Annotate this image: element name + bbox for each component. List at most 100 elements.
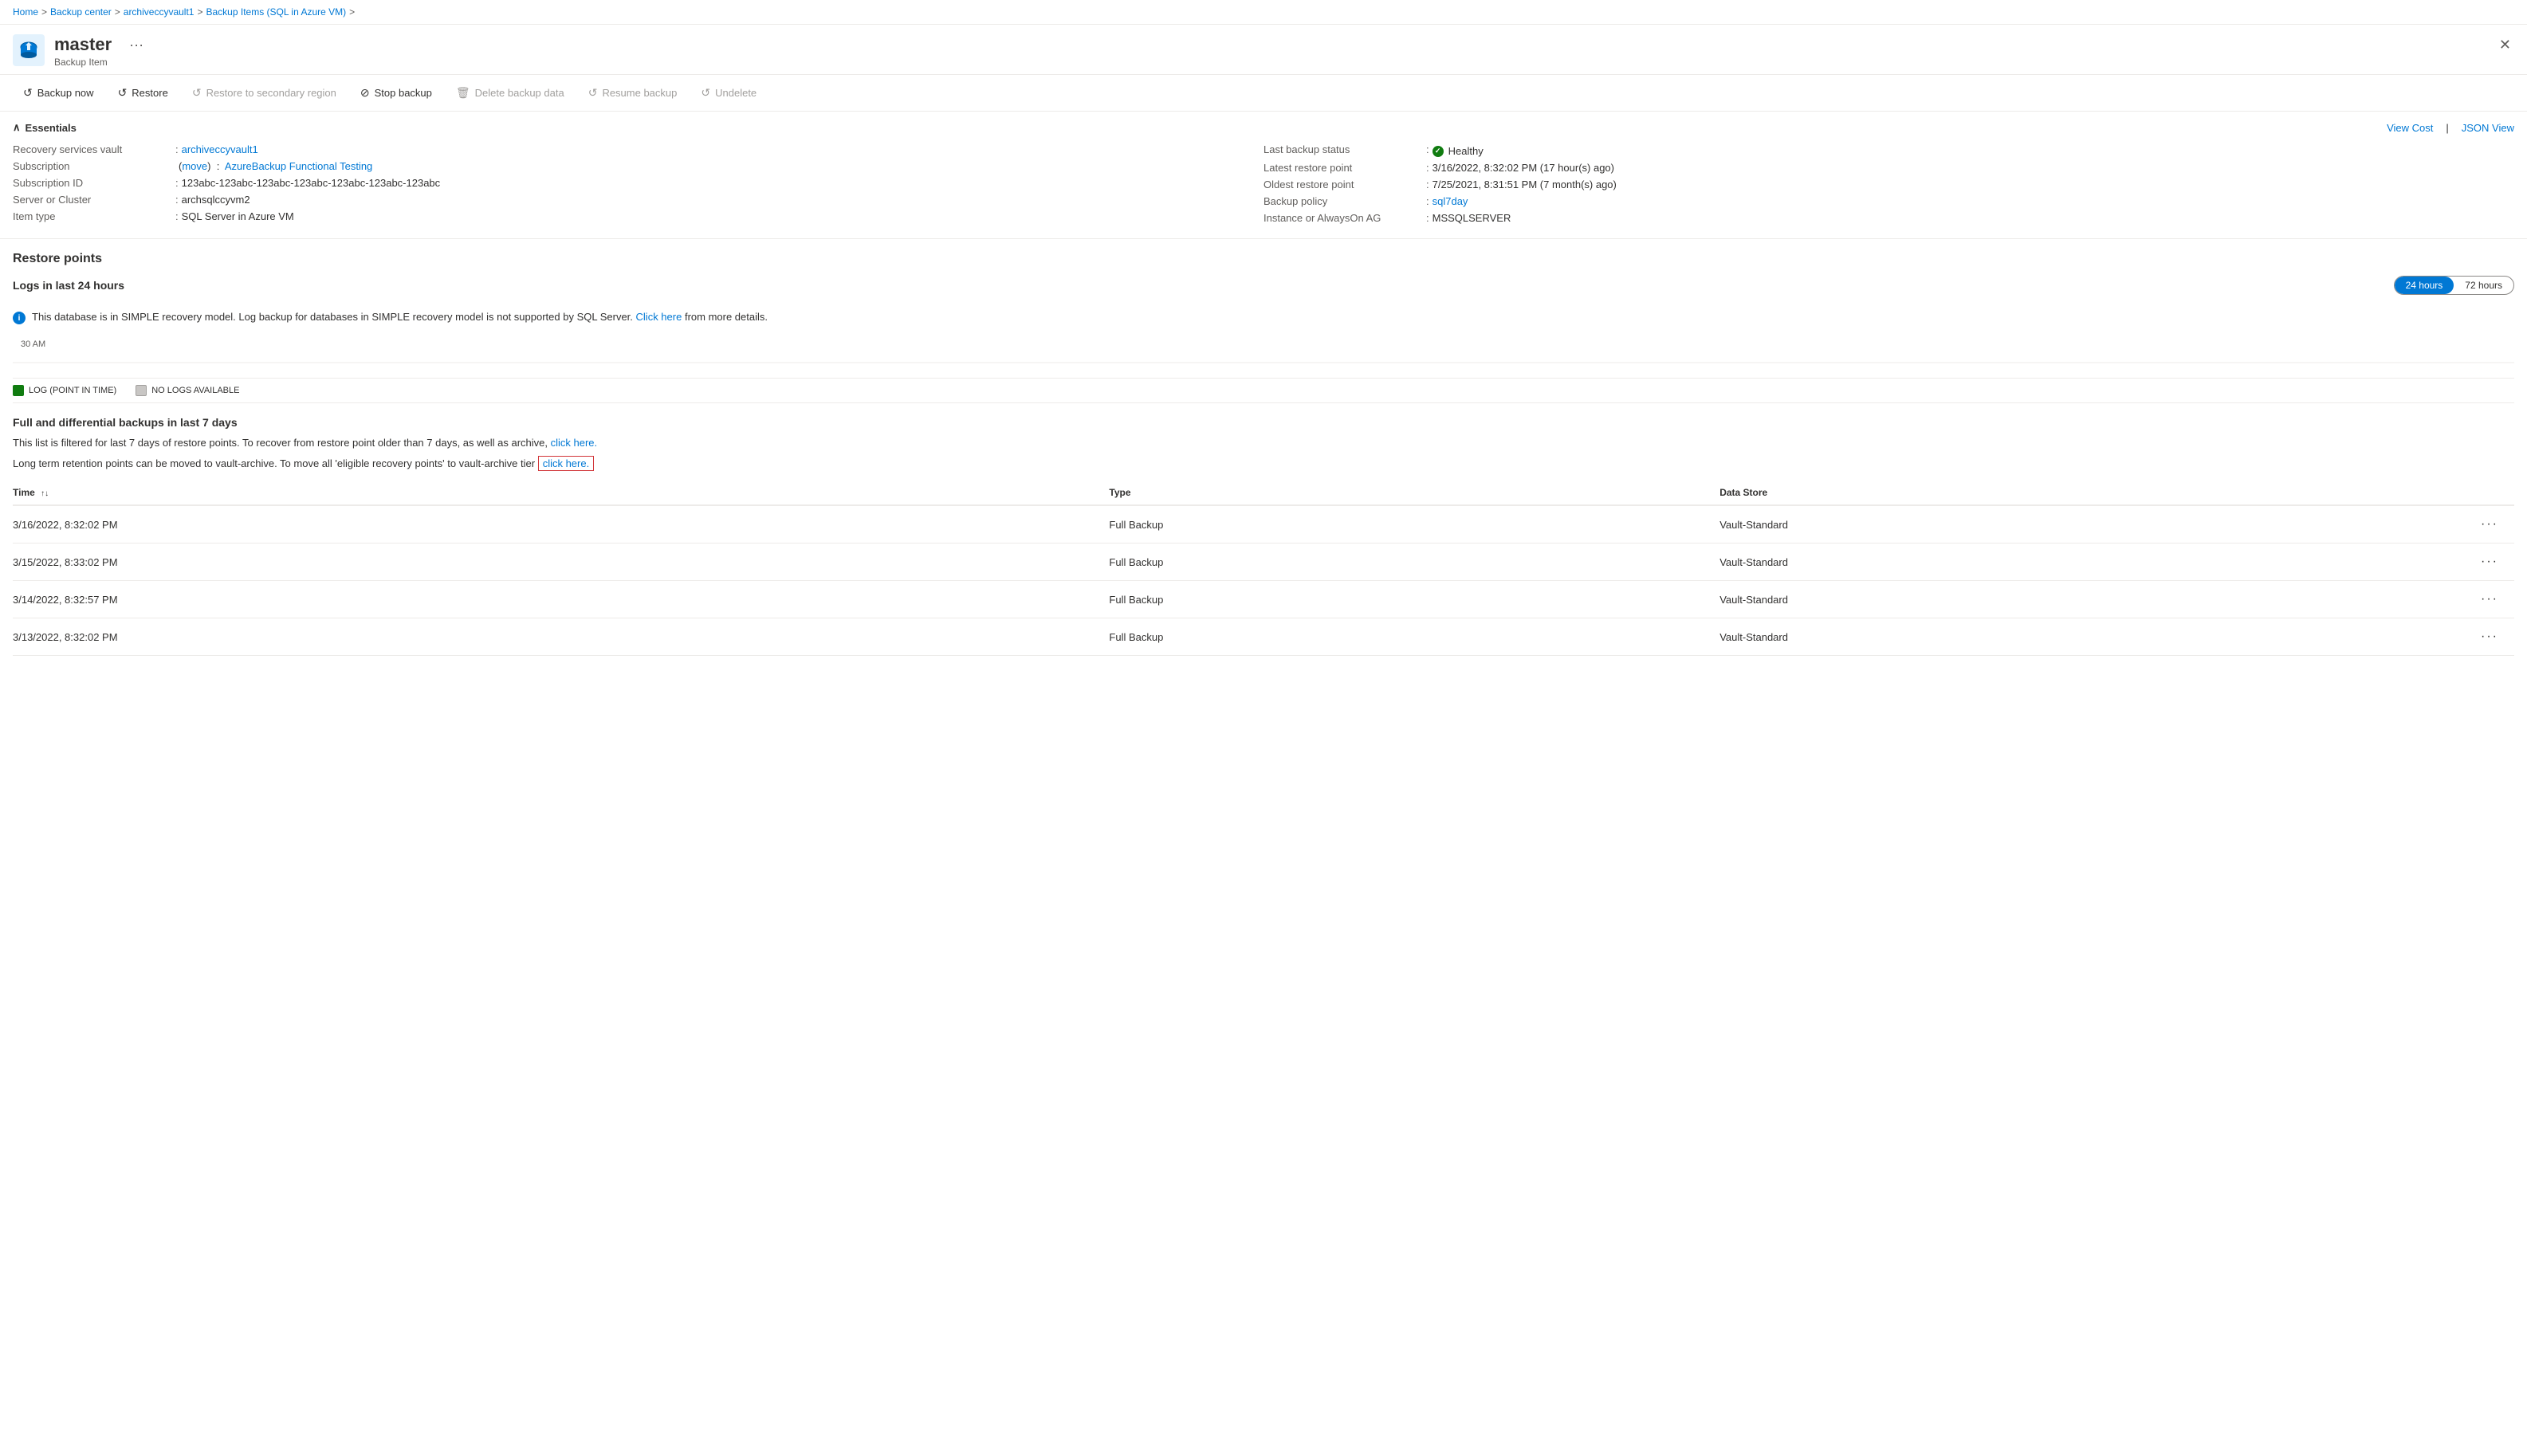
cell-type-2: Full Backup: [1109, 581, 1719, 618]
24-hours-button[interactable]: 24 hours: [2395, 277, 2454, 294]
itemtype-value: SQL Server in Azure VM: [182, 210, 294, 222]
essentials-row-latest-restore: Latest restore point : 3/16/2022, 8:32:0…: [1264, 162, 2514, 174]
instance-value: MSSQLSERVER: [1432, 212, 1511, 224]
latest-restore-label: Latest restore point: [1264, 162, 1423, 174]
page-subtitle: Backup Item: [54, 57, 148, 68]
essentials-row-oldest-restore: Oldest restore point : 7/25/2021, 8:31:5…: [1264, 179, 2514, 190]
healthy-text: Healthy: [1448, 145, 1484, 157]
stop-backup-button[interactable]: ⊘ Stop backup: [350, 81, 442, 104]
essentials-actions: View Cost | JSON View: [2387, 122, 2514, 134]
cell-time-3: 3/13/2022, 8:32:02 PM: [13, 618, 1109, 656]
undelete-button[interactable]: ↺ Undelete: [690, 81, 767, 104]
info-banner: i This database is in SIMPLE recovery mo…: [13, 304, 2514, 331]
backup-now-button[interactable]: ↺ Backup now: [13, 81, 104, 104]
click-here-1-link[interactable]: click here.: [551, 437, 598, 449]
timeline-legend: LOG (POINT IN TIME) NO LOGS AVAILABLE: [0, 379, 2527, 402]
breadcrumb-backup-items[interactable]: Backup Items (SQL in Azure VM): [206, 6, 347, 18]
breadcrumb-vault[interactable]: archiveccyvault1: [124, 6, 195, 18]
legend-no-logs-label: NO LOGS AVAILABLE: [151, 386, 239, 395]
restore-points-title: Restore points: [13, 252, 2514, 266]
json-view-link[interactable]: JSON View: [2462, 122, 2514, 134]
backup-policy-label: Backup policy: [1264, 195, 1423, 207]
restore-secondary-button[interactable]: ↺ Restore to secondary region: [182, 81, 347, 104]
legend-no-logs-item: NO LOGS AVAILABLE: [136, 385, 239, 396]
table-row: 3/13/2022, 8:32:02 PM Full Backup Vault-…: [13, 618, 2514, 656]
breadcrumb: Home > Backup center > archiveccyvault1 …: [0, 0, 2527, 25]
svg-text:30 AM: 30 AM: [21, 339, 45, 349]
healthy-status-dot: [1432, 146, 1444, 157]
72-hours-button[interactable]: 72 hours: [2454, 277, 2513, 294]
cell-actions-3: ···: [2466, 618, 2514, 656]
delete-backup-label: Delete backup data: [475, 87, 564, 99]
essentials-grid: Recovery services vault : archiveccyvaul…: [13, 143, 2514, 229]
resume-backup-label: Resume backup: [602, 87, 677, 99]
backups-desc-2: Long term retention points can be moved …: [13, 456, 2514, 472]
essentials-row-subscription: Subscription (move) : AzureBackup Functi…: [13, 160, 1264, 172]
subscription-name-link[interactable]: AzureBackup Functional Testing: [225, 160, 372, 172]
col-time[interactable]: Time ↑↓: [13, 481, 1109, 505]
click-here-link[interactable]: Click here: [636, 311, 682, 323]
delete-backup-icon: 🗑: [456, 86, 470, 100]
toolbar: ↺ Backup now ↺ Restore ↺ Restore to seco…: [0, 75, 2527, 112]
oldest-restore-label: Oldest restore point: [1264, 179, 1423, 190]
close-button[interactable]: ✕: [2496, 34, 2514, 55]
delete-backup-button[interactable]: 🗑 Delete backup data: [446, 81, 575, 104]
full-backups-title: Full and differential backups in last 7 …: [13, 416, 2514, 429]
time-toggle: 24 hours 72 hours: [2394, 276, 2514, 295]
essentials-title-text: Essentials: [26, 122, 77, 134]
col-actions: [2466, 481, 2514, 505]
page-title: master: [54, 34, 112, 55]
legend-log-item: LOG (POINT IN TIME): [13, 385, 116, 396]
latest-restore-value: 3/16/2022, 8:32:02 PM (17 hour(s) ago): [1432, 162, 1614, 174]
row-more-button-2[interactable]: ···: [2474, 589, 2505, 610]
header-text: master ··· Backup Item: [54, 34, 148, 68]
table-header: Time ↑↓ Type Data Store: [13, 481, 2514, 505]
resume-backup-button[interactable]: ↺ Resume backup: [578, 81, 688, 104]
restore-secondary-label: Restore to secondary region: [206, 87, 336, 99]
undelete-icon: ↺: [701, 86, 710, 100]
breadcrumb-home[interactable]: Home: [13, 6, 38, 18]
subid-value: 123abc-123abc-123abc-123abc-123abc-123ab…: [182, 177, 441, 189]
cell-type-0: Full Backup: [1109, 505, 1719, 544]
essentials-row-instance: Instance or AlwaysOn AG : MSSQLSERVER: [1264, 212, 2514, 224]
resume-backup-icon: ↺: [588, 86, 598, 100]
essentials-row-backup-status: Last backup status : Healthy: [1264, 143, 2514, 157]
subid-label: Subscription ID: [13, 177, 172, 189]
info-icon: i: [13, 312, 26, 324]
view-cost-link[interactable]: View Cost: [2387, 122, 2433, 134]
backup-policy-link[interactable]: sql7day: [1432, 195, 1468, 207]
row-more-button-0[interactable]: ···: [2474, 514, 2505, 535]
move-link[interactable]: move: [182, 160, 207, 172]
breadcrumb-backup-center[interactable]: Backup center: [50, 6, 112, 18]
legend-log-label: LOG (POINT IN TIME): [29, 386, 116, 395]
more-options-icon[interactable]: ···: [124, 35, 148, 55]
click-here-2-link[interactable]: click here.: [538, 456, 595, 471]
essentials-row-itemtype: Item type : SQL Server in Azure VM: [13, 210, 1264, 222]
subscription-label: Subscription: [13, 160, 172, 172]
backups-desc-1: This list is filtered for last 7 days of…: [13, 435, 2514, 451]
backup-item-icon: [13, 34, 45, 66]
table-header-row: Time ↑↓ Type Data Store: [13, 481, 2514, 505]
restore-label: Restore: [132, 87, 168, 99]
row-more-button-3[interactable]: ···: [2474, 626, 2505, 647]
backup-policy-value: sql7day: [1432, 195, 1468, 207]
essentials-title[interactable]: ∧ Essentials: [13, 121, 77, 134]
backup-status-label: Last backup status: [1264, 143, 1423, 155]
logs-title: Logs in last 24 hours: [13, 279, 124, 292]
col-datastore: Data Store: [1719, 481, 2466, 505]
full-backups-section: Full and differential backups in last 7 …: [0, 403, 2527, 669]
cell-time-1: 3/15/2022, 8:33:02 PM: [13, 544, 1109, 581]
backup-status-value: Healthy: [1432, 145, 1484, 157]
vault-link[interactable]: archiveccyvault1: [182, 143, 258, 155]
row-more-button-1[interactable]: ···: [2474, 551, 2505, 572]
essentials-row-subid: Subscription ID : 123abc-123abc-123abc-1…: [13, 177, 1264, 189]
cell-type-3: Full Backup: [1109, 618, 1719, 656]
cell-time-2: 3/14/2022, 8:32:57 PM: [13, 581, 1109, 618]
restore-button[interactable]: ↺ Restore: [108, 81, 179, 104]
table-row: 3/16/2022, 8:32:02 PM Full Backup Vault-…: [13, 505, 2514, 544]
sort-icon: ↑↓: [41, 489, 49, 498]
essentials-left-col: Recovery services vault : archiveccyvaul…: [13, 143, 1264, 229]
oldest-restore-value: 7/25/2021, 8:31:51 PM (7 month(s) ago): [1432, 179, 1617, 190]
restore-icon: ↺: [118, 86, 128, 100]
essentials-right-col: Last backup status : Healthy Latest rest…: [1264, 143, 2514, 229]
